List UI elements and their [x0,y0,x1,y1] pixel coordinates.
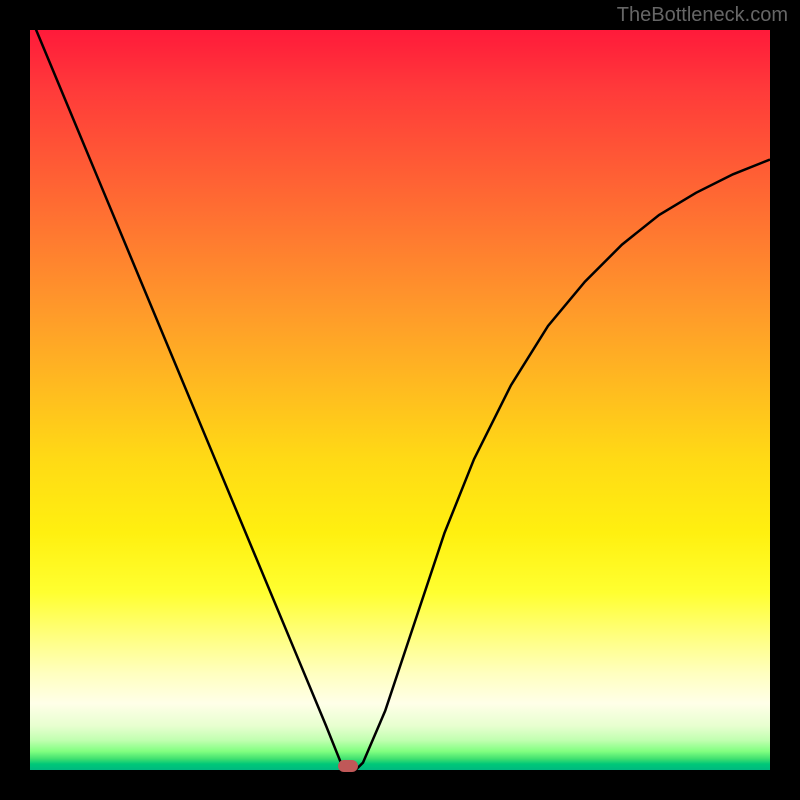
curve-svg [30,30,770,770]
optimal-point-marker [338,760,358,772]
attribution-text: TheBottleneck.com [617,4,788,27]
chart-plot-area [30,30,770,770]
bottleneck-curve-path [30,30,770,770]
